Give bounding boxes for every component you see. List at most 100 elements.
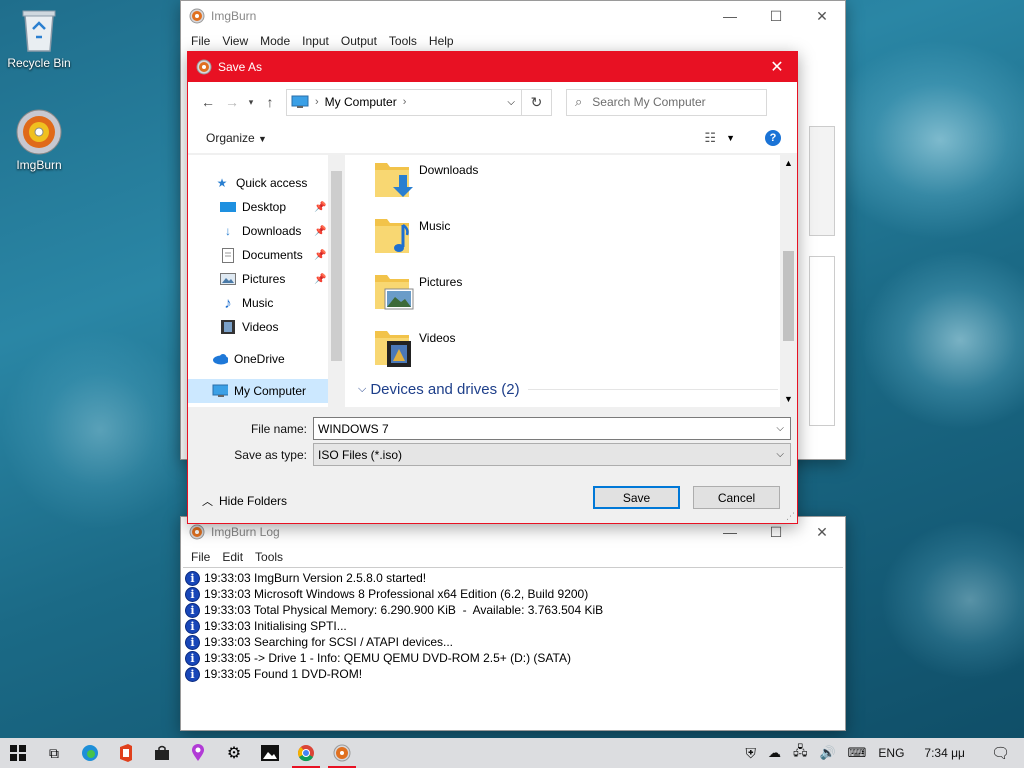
pin-icon[interactable]: 📌 [314, 250, 326, 261]
menu-input[interactable]: Input [296, 34, 335, 48]
nav-item-documents[interactable]: Documents 📌 [220, 244, 326, 266]
desktop-icon-imgburn[interactable]: ImgBurn [4, 108, 74, 172]
nav-item-quick-access[interactable]: ★ Quick access [214, 172, 308, 194]
pin-icon[interactable]: 📌 [314, 274, 326, 285]
imgburn-titlebar[interactable]: ImgBurn — ☐ ✕ [181, 1, 845, 31]
nav-item-onedrive[interactable]: OneDrive [212, 348, 285, 370]
keyboard-icon[interactable]: ⌨ [848, 745, 867, 761]
view-dropdown-icon[interactable]: ▼ [726, 133, 735, 143]
nav-item-videos[interactable]: Videos [220, 316, 278, 338]
file-list[interactable]: Downloads Music Pictures Videos ⌵ Device… [358, 155, 783, 407]
navigation-pane[interactable]: ★ Quick access Desktop 📌 ↓ Downloads 📌 Doc… [188, 155, 343, 407]
log-text-area[interactable]: i 19:33:03 ImgBurn Version 2.5.8.0 starte… [183, 567, 843, 727]
help-icon[interactable]: ? [765, 129, 781, 146]
log-menubar: File Edit Tools [181, 547, 845, 567]
start-button[interactable] [0, 738, 36, 768]
save-as-titlebar[interactable]: Save As ✕ [188, 52, 797, 82]
wallpaper-highlight [820, 40, 1024, 240]
minimize-button[interactable]: — [707, 1, 753, 31]
imgburn-disc-icon [15, 108, 63, 156]
desktop-icon-recycle-bin[interactable]: Recycle Bin [4, 6, 74, 70]
nav-item-music[interactable]: ♪ Music [220, 292, 273, 314]
scrollbar-thumb[interactable] [331, 171, 342, 361]
photos-icon [261, 745, 279, 761]
menu-file[interactable]: File [185, 34, 216, 48]
menu-tools[interactable]: Tools [383, 34, 423, 48]
taskbar-store[interactable] [144, 738, 180, 768]
forward-arrow-icon[interactable]: → [220, 90, 244, 114]
network-off-icon[interactable]: ☁ [768, 745, 781, 761]
language-indicator[interactable]: ENG [878, 746, 904, 760]
resize-grip-icon[interactable]: ⋰ [786, 511, 795, 522]
close-button[interactable]: ✕ [757, 52, 797, 82]
scrollbar-thumb[interactable] [783, 251, 794, 341]
taskbar-photos[interactable] [252, 738, 288, 768]
clock[interactable]: 7:34 μμ [924, 746, 965, 760]
nav-item-downloads[interactable]: ↓ Downloads 📌 [220, 220, 326, 242]
menu-view[interactable]: View [216, 34, 254, 48]
close-button[interactable]: ✕ [799, 517, 845, 547]
scroll-up-arrow-icon[interactable]: ▲ [784, 158, 793, 168]
folder-item-downloads[interactable]: Downloads [373, 157, 478, 207]
view-options-icon[interactable]: ☷ [704, 130, 716, 146]
wallpaper-highlight [880, 520, 1024, 680]
address-row: ← → ▾ ↑ › My Computer › ⌵ ↻ ⌕ Search My … [188, 82, 797, 122]
taskbar-edge[interactable] [72, 738, 108, 768]
nav-item-desktop[interactable]: Desktop 📌 [220, 196, 326, 218]
chevron-down-icon[interactable]: ⌵ [776, 423, 784, 434]
maximize-button[interactable]: ☐ [753, 1, 799, 31]
file-name-input[interactable]: WINDOWS 7 ⌵ [313, 417, 791, 440]
task-view-button[interactable]: ⧉ [36, 738, 72, 768]
nav-item-pictures[interactable]: Pictures 📌 [220, 268, 326, 290]
chevron-down-icon[interactable]: ⌵ [776, 449, 784, 460]
menu-file[interactable]: File [185, 550, 216, 564]
pin-icon[interactable]: 📌 [314, 226, 326, 237]
search-icon: ⌕ [575, 94, 583, 109]
hide-folders-toggle[interactable]: ︿ Hide Folders [202, 493, 287, 509]
taskbar-maps[interactable] [180, 738, 216, 768]
search-input[interactable]: ⌕ Search My Computer [566, 88, 767, 116]
nav-item-my-computer[interactable]: My Computer [188, 379, 328, 403]
folder-item-music[interactable]: Music [373, 213, 450, 263]
menu-tools[interactable]: Tools [249, 550, 289, 564]
menu-mode[interactable]: Mode [254, 34, 296, 48]
imgburn-disc-icon [333, 744, 351, 762]
volume-icon[interactable]: 🔊 [819, 745, 835, 761]
defender-shield-icon[interactable]: ⛨ [745, 745, 756, 762]
breadcrumb-chevron-icon[interactable]: › [403, 96, 407, 108]
cancel-button[interactable]: Cancel [693, 486, 780, 509]
menu-help[interactable]: Help [423, 34, 460, 48]
folder-item-pictures[interactable]: Pictures [373, 269, 462, 319]
taskbar-chrome[interactable] [288, 738, 324, 768]
organize-menu[interactable]: Organize ▼ [206, 131, 267, 145]
taskbar-imgburn[interactable] [324, 738, 360, 768]
log-line: i 19:33:03 Searching for SCSI / ATAPI dev… [183, 634, 843, 650]
save-type-label: Save as type: [234, 447, 307, 462]
menu-output[interactable]: Output [335, 34, 383, 48]
refresh-icon[interactable]: ↻ [522, 88, 552, 116]
taskbar: ⧉ ⚙ ⛨ ☁ 🖧 🔊 ⌨ ENG 7:34 μμ 🗨 [0, 738, 1024, 768]
address-dropdown-icon[interactable]: ⌵ [507, 97, 515, 108]
taskbar-settings[interactable]: ⚙ [216, 738, 252, 768]
window-title: ImgBurn [211, 9, 257, 23]
save-type-select[interactable]: ISO Files (*.iso) ⌵ [313, 443, 791, 466]
close-button[interactable]: ✕ [799, 1, 845, 31]
network-icon[interactable]: 🖧 [793, 742, 808, 764]
imgburn-app-icon [189, 524, 205, 540]
up-arrow-icon[interactable]: ↑ [258, 90, 282, 114]
folder-item-videos[interactable]: Videos [373, 325, 455, 375]
notifications-icon[interactable]: 🗨 [991, 744, 1010, 762]
pin-icon[interactable]: 📌 [314, 202, 326, 213]
address-location[interactable]: My Computer [325, 95, 397, 109]
scroll-down-arrow-icon[interactable]: ▼ [784, 394, 793, 404]
back-arrow-icon[interactable]: ← [196, 90, 220, 114]
menu-edit[interactable]: Edit [216, 550, 249, 564]
group-header-devices[interactable]: ⌵ Devices and drives (2) [358, 381, 778, 398]
save-button[interactable]: Save [593, 486, 680, 509]
desktop-icon-label: ImgBurn [16, 158, 62, 172]
taskbar-office[interactable] [108, 738, 144, 768]
recent-dropdown-icon[interactable]: ▾ [244, 90, 258, 114]
address-bar[interactable]: › My Computer › ⌵ [286, 88, 522, 116]
file-list-scrollbar[interactable]: ▲ ▼ [780, 155, 797, 407]
navigation-scrollbar[interactable] [328, 155, 345, 407]
